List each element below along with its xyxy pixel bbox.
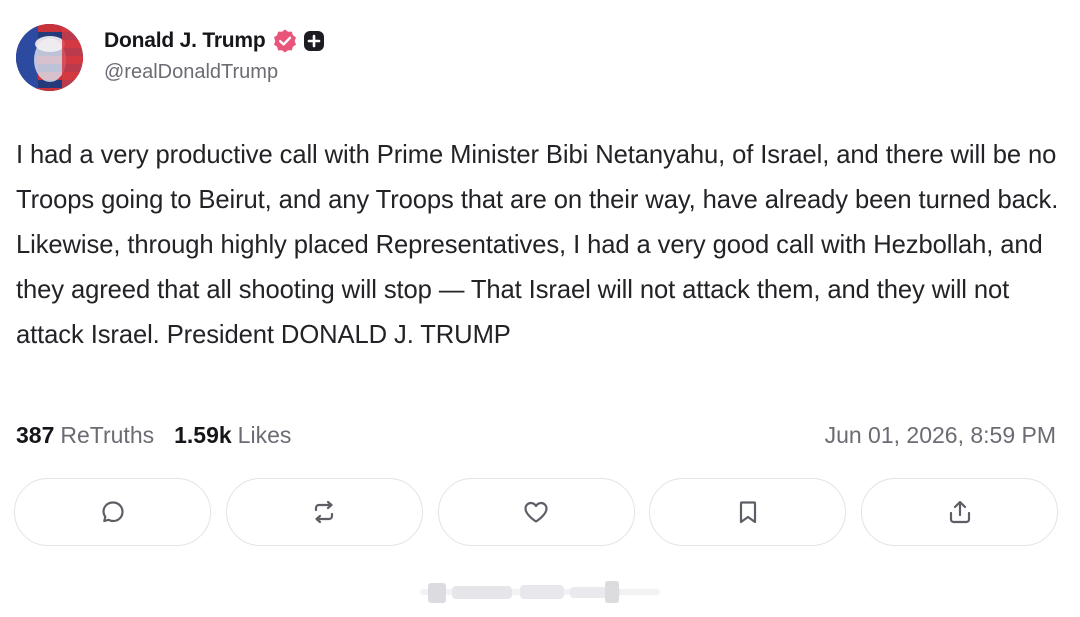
action-bar: [14, 478, 1058, 546]
author-identity: Donald J. Trump @realDonaldTrump: [104, 24, 325, 84]
reply-icon: [101, 501, 124, 523]
share-button[interactable]: [861, 478, 1058, 546]
likes-label: Likes: [237, 421, 292, 448]
post-text: I had a very productive call with Prime …: [16, 141, 1059, 349]
share-icon: [949, 500, 970, 524]
post-header: Donald J. Trump @realDonaldTrump: [16, 22, 325, 92]
name-row: Donald J. Trump: [104, 24, 325, 58]
bookmark-icon: [739, 501, 756, 524]
retruths-label: ReTruths: [60, 421, 155, 448]
bookmark-button[interactable]: [649, 478, 847, 546]
retruths-stat[interactable]: 387 ReTruths: [16, 422, 154, 449]
retruths-count: 387: [16, 421, 55, 448]
post-timestamp[interactable]: Jun 01, 2026, 8:59 PM: [825, 422, 1056, 449]
blurred-watermark: [420, 581, 660, 603]
like-button[interactable]: [437, 478, 635, 546]
verified-badge-icon: [273, 29, 296, 53]
post-stats: 387 ReTruths 1.59k Likes Jun 01, 2026, 8…: [16, 418, 1056, 452]
truth-post: Donald J. Trump @realDonaldTrump I had a…: [0, 0, 1080, 617]
retruth-icon: [315, 500, 334, 524]
avatar-image: [16, 23, 83, 91]
likes-stat[interactable]: 1.59k Likes: [174, 422, 291, 449]
reply-button[interactable]: [14, 478, 211, 546]
plus-badge-icon: [303, 31, 324, 51]
author-handle[interactable]: @realDonaldTrump: [104, 61, 325, 84]
avatar[interactable]: [16, 23, 83, 91]
retruth-button[interactable]: [225, 478, 423, 546]
likes-count: 1.59k: [174, 421, 232, 448]
display-name[interactable]: Donald J. Trump: [104, 29, 266, 53]
heart-icon: [524, 501, 548, 523]
